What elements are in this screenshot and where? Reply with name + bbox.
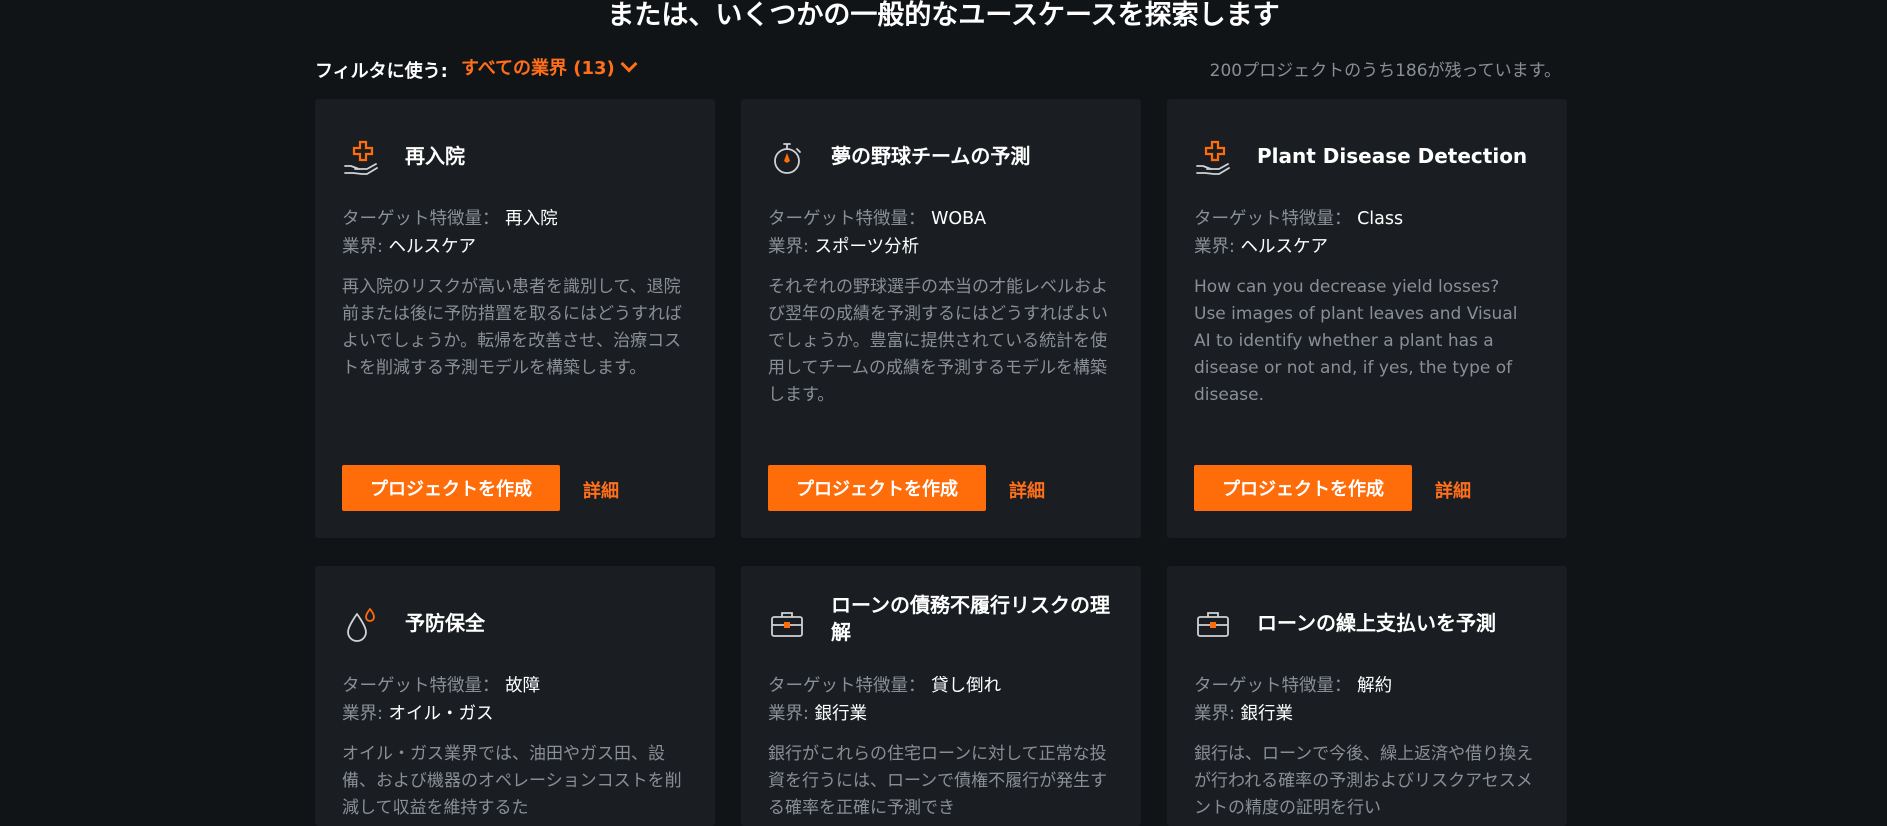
remaining-projects-count: 200プロジェクトのうち186が残っています。 <box>1209 61 1561 81</box>
details-link[interactable]: 詳細 <box>1435 477 1471 503</box>
card-title: ローンの債務不履行リスクの理解 <box>831 593 1110 644</box>
industry-value: 銀行業 <box>814 704 867 724</box>
industry-value: 銀行業 <box>1240 704 1293 724</box>
card-title: 夢の野球チームの予測 <box>831 144 1031 168</box>
industry-line: 業界: ヘルスケア <box>342 237 476 257</box>
create-project-button[interactable]: プロジェクトを作成 <box>342 465 560 511</box>
target-feature: ターゲット特徴量： 再入院 <box>342 209 558 229</box>
briefcase-icon <box>1194 606 1232 644</box>
filter-label: フィルタに使う: <box>315 61 448 82</box>
industry-line: 業界: スポーツ分析 <box>768 237 920 257</box>
industry-value: ヘルスケア <box>1240 237 1328 257</box>
use-case-card: 夢の野球チームの予測 ターゲット特徴量： WOBA 業界: スポーツ分析 それぞ… <box>741 99 1141 538</box>
card-description: How can you decrease yield losses? Use i… <box>1194 277 1518 405</box>
create-project-button[interactable]: プロジェクトを作成 <box>768 465 986 511</box>
hand-medical-cross-icon <box>342 139 380 177</box>
chevron-down-icon <box>620 55 638 73</box>
target-feature: ターゲット特徴量： WOBA <box>768 209 987 229</box>
card-title: 再入院 <box>405 144 465 168</box>
stopwatch-icon <box>768 139 806 177</box>
industry-line: 業界: ヘルスケア <box>1194 237 1328 257</box>
industry-filter-value: すべての業界 (13) <box>461 58 615 79</box>
briefcase-icon <box>768 606 806 644</box>
industry-value: ヘルスケア <box>388 237 476 257</box>
target-feature-value: 解約 <box>1357 676 1393 696</box>
use-case-card: ローンの債務不履行リスクの理解 ターゲット特徴量： 貸し倒れ 業界: 銀行業 銀… <box>741 566 1141 826</box>
use-case-card: ローンの繰上支払いを予測 ターゲット特徴量： 解約 業界: 銀行業 銀行は、ロー… <box>1167 566 1567 826</box>
use-case-card: 再入院 ターゲット特徴量： 再入院 業界: ヘルスケア 再入院のリスクが高い患者… <box>315 99 715 538</box>
card-title: ローンの繰上支払いを予測 <box>1257 611 1496 635</box>
use-case-card: 予防保全 ターゲット特徴量： 故障 業界: オイル・ガス オイル・ガス業界では、… <box>315 566 715 826</box>
page: または、いくつかの一般的なユースケースを探索します フィルタに使う: すべての業… <box>0 0 1887 826</box>
target-feature-value: Class <box>1357 209 1404 229</box>
target-feature-value: 故障 <box>505 676 541 696</box>
oil-drops-icon <box>342 606 380 644</box>
card-title: Plant Disease Detection <box>1257 144 1528 168</box>
details-link[interactable]: 詳細 <box>1009 477 1045 503</box>
target-feature: ターゲット特徴量： 故障 <box>342 676 541 696</box>
industry-value: オイル・ガス <box>388 704 494 724</box>
target-feature: ターゲット特徴量： 貸し倒れ <box>768 676 1002 696</box>
card-description: 銀行は、ローンで今後、繰上返済や借り換えが行われる確率の予測およびリスクアセスメ… <box>1194 744 1534 818</box>
industry-line: 業界: オイル・ガス <box>342 704 494 724</box>
card-description: 再入院のリスクが高い患者を識別して、退院前または後に予防措置を取るにはどうすれば… <box>342 277 682 378</box>
target-feature-value: WOBA <box>931 209 987 229</box>
industry-line: 業界: 銀行業 <box>768 704 867 724</box>
details-link[interactable]: 詳細 <box>583 477 619 503</box>
card-description: オイル・ガス業界では、油田やガス田、設備、および機器のオペレーションコストを削減… <box>342 744 682 818</box>
filter-bar: フィルタに使う: すべての業界 (13) 200プロジェクトのうち186が残って… <box>315 53 1561 82</box>
create-project-button[interactable]: プロジェクトを作成 <box>1194 465 1412 511</box>
target-feature-value: 再入院 <box>505 209 558 229</box>
target-feature-value: 貸し倒れ <box>931 676 1002 696</box>
target-feature: ターゲット特徴量： Class <box>1194 209 1404 229</box>
use-case-card: Plant Disease Detection ターゲット特徴量： Class … <box>1167 99 1567 538</box>
card-title: 予防保全 <box>405 611 485 635</box>
industry-filter-dropdown[interactable]: すべての業界 (13) <box>461 54 638 80</box>
section-heading: または、いくつかの一般的なユースケースを探索します <box>607 0 1280 31</box>
hand-medical-cross-icon <box>1194 139 1232 177</box>
industry-line: 業界: 銀行業 <box>1194 704 1293 724</box>
card-description: 銀行がこれらの住宅ローンに対して正常な投資を行うには、ローンで債権不履行が発生す… <box>768 744 1108 818</box>
industry-value: スポーツ分析 <box>814 237 920 257</box>
card-description: それぞれの野球選手の本当の才能レベルおよび翌年の成績を予測するにはどうすればよい… <box>768 277 1108 405</box>
target-feature: ターゲット特徴量： 解約 <box>1194 676 1393 696</box>
